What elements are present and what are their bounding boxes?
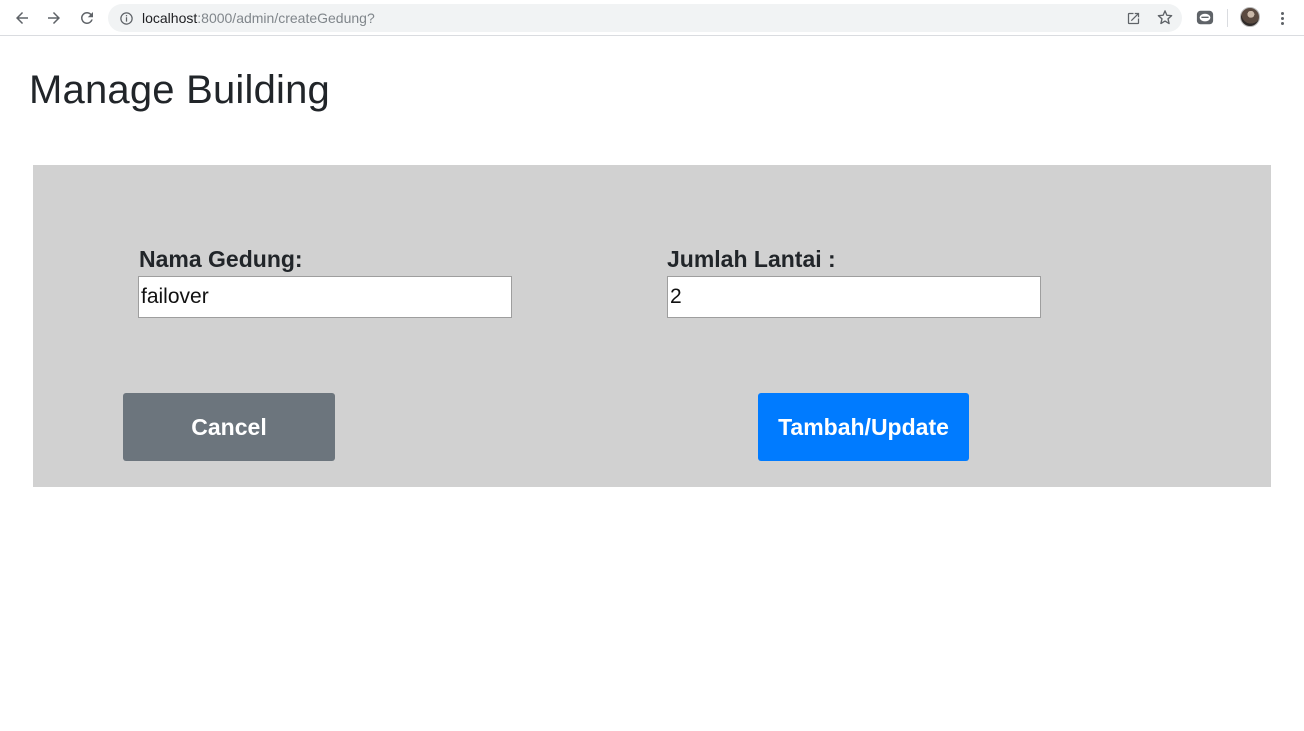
url-path: :8000/admin/createGedung? [197, 10, 375, 26]
address-bar[interactable]: localhost:8000/admin/createGedung? [108, 4, 1182, 32]
star-icon[interactable] [1157, 9, 1173, 25]
browser-toolbar: localhost:8000/admin/createGedung? [0, 0, 1304, 36]
jumlah-lantai-input[interactable] [667, 276, 1041, 318]
nama-gedung-input[interactable] [138, 276, 512, 318]
info-icon[interactable] [118, 10, 134, 26]
line-extension-icon[interactable] [1195, 8, 1215, 28]
tambah-update-button[interactable]: Tambah/Update [758, 393, 969, 461]
open-external-icon[interactable] [1125, 10, 1141, 26]
nama-gedung-label: Nama Gedung: [139, 246, 303, 272]
toolbar-divider [1227, 9, 1228, 27]
forward-arrow-icon[interactable] [40, 4, 68, 32]
reload-icon[interactable] [73, 4, 101, 32]
url-host: localhost [142, 10, 198, 26]
cancel-button[interactable]: Cancel [123, 393, 335, 461]
jumlah-lantai-label: Jumlah Lantai : [667, 246, 836, 272]
back-arrow-icon[interactable] [8, 4, 36, 32]
profile-avatar[interactable] [1240, 7, 1260, 27]
url-text: localhost:8000/admin/createGedung? [142, 10, 375, 26]
page-title: Manage Building [29, 68, 330, 112]
more-vert-icon[interactable] [1272, 8, 1292, 28]
